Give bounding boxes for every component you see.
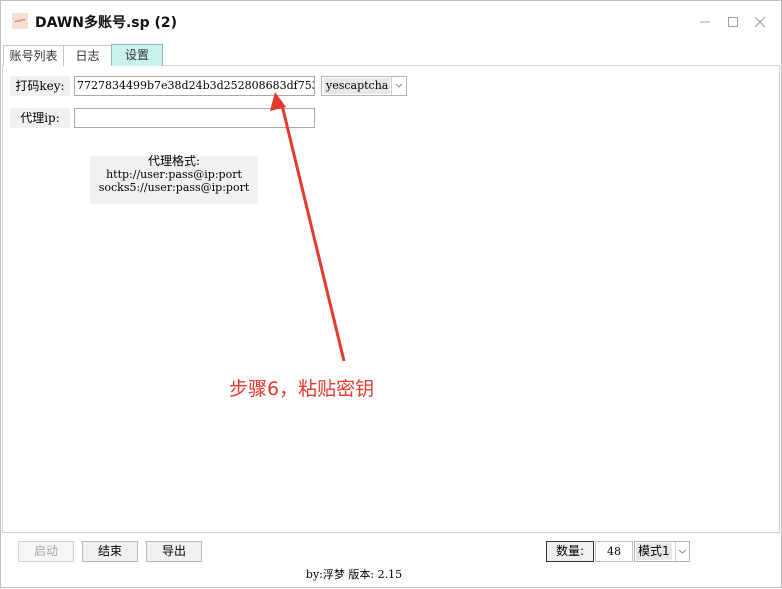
minimize-icon[interactable] [698, 15, 712, 29]
count-input[interactable]: 48 [595, 541, 633, 562]
mode-value: 模式1 [636, 543, 672, 560]
tab-log[interactable]: 日志 [63, 45, 112, 66]
proxy-format-title: 代理格式: [147, 154, 201, 168]
captcha-service-value: yescaptcha [324, 78, 391, 94]
chevron-down-icon[interactable] [391, 77, 406, 95]
proxy-format-socks5: socks5://user:pass@ip:port [98, 181, 250, 194]
chevron-down-icon[interactable] [675, 542, 689, 561]
app-window: DAWN多账号.sp (2) 账号列表 日志 设置 打码key: 7727834… [0, 0, 782, 588]
export-button[interactable]: 导出 [146, 541, 202, 562]
proxy-format-http: http://user:pass@ip:port [106, 168, 242, 181]
mode-select[interactable]: 模式1 [634, 541, 690, 562]
tab-settings[interactable]: 设置 [111, 44, 163, 66]
app-icon [12, 13, 28, 29]
stop-button[interactable]: 结束 [82, 541, 138, 562]
settings-panel [2, 65, 780, 533]
proxy-input[interactable] [74, 108, 315, 128]
close-icon[interactable] [753, 15, 767, 29]
captcha-key-input[interactable]: 7727834499b7e38d24b3d252808683df75309da [74, 76, 315, 96]
annotation-text: 步骤6，粘贴密钥 [229, 378, 375, 400]
proxy-format-hint: 代理格式: http://user:pass@ip:port socks5://… [90, 154, 258, 204]
tab-bar: 账号列表 日志 设置 [1, 44, 781, 66]
window-title: DAWN多账号.sp (2) [35, 15, 178, 31]
captcha-key-label: 打码key: [10, 76, 70, 96]
maximize-icon[interactable] [726, 15, 740, 29]
proxy-label: 代理ip: [10, 108, 70, 128]
footer-version: by:浮梦 版本: 2.15 [305, 568, 403, 581]
tab-account-list[interactable]: 账号列表 [3, 45, 64, 66]
captcha-service-select[interactable]: yescaptcha [321, 76, 407, 96]
count-label: 数量: [546, 541, 594, 562]
title-bar[interactable]: DAWN多账号.sp (2) [1, 1, 781, 41]
start-button[interactable]: 启动 [18, 541, 74, 562]
